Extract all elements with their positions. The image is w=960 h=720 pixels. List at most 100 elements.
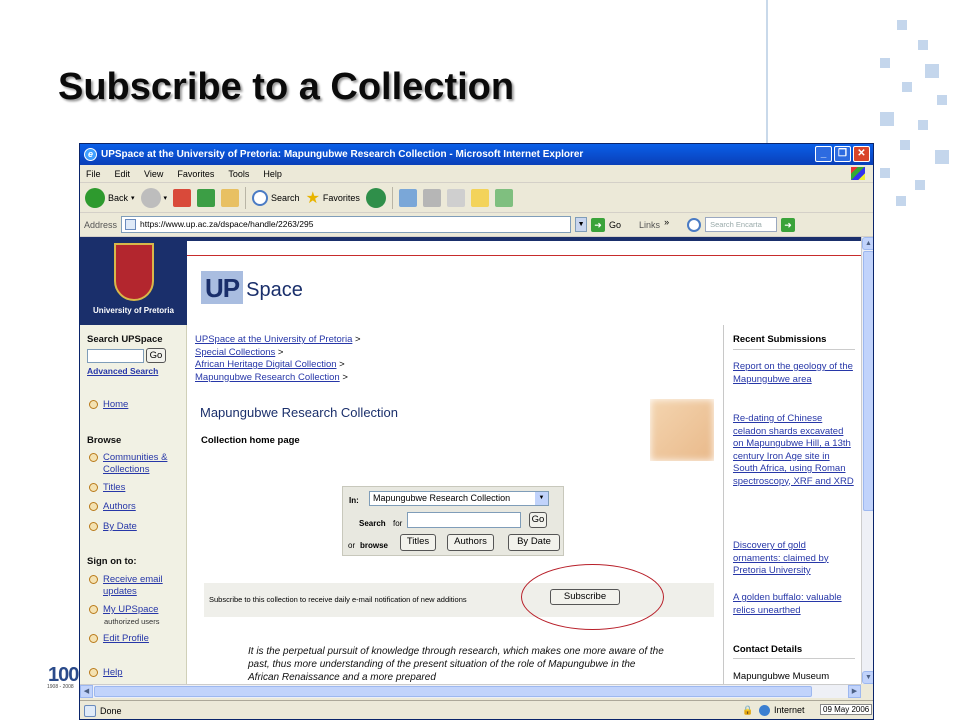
sidebar-item-label: Home: [103, 399, 129, 410]
menu-bar: File Edit View Favorites Tools Help: [80, 165, 873, 183]
decor-square: [937, 95, 947, 105]
minimize-icon[interactable]: _: [815, 146, 832, 162]
search-label: Search: [359, 519, 386, 528]
go-arrow-icon[interactable]: ➜: [591, 217, 606, 232]
scroll-down-icon[interactable]: ▼: [862, 671, 873, 684]
university-logo[interactable]: University of Pretoria: [80, 237, 187, 325]
breadcrumb-separator: >: [277, 346, 284, 358]
decor-square: [935, 150, 949, 164]
sidebar-item-communities[interactable]: Communities & Collections: [89, 452, 175, 476]
decor-square: [915, 180, 925, 190]
sidebar-item-label: By Date: [103, 521, 137, 532]
crest-icon: [113, 243, 154, 301]
page-viewport: University of Pretoria UP Space Search U…: [80, 237, 861, 684]
back-button[interactable]: Back ▾: [85, 187, 135, 208]
menu-view[interactable]: View: [144, 169, 163, 179]
breadcrumb-link[interactable]: Special Collections: [195, 347, 275, 358]
magnifier-icon: [687, 217, 702, 232]
menu-favorites[interactable]: Favorites: [177, 169, 214, 179]
breadcrumb-link[interactable]: Mapungubwe Research Collection: [195, 372, 340, 383]
decor-square: [918, 40, 928, 50]
go-button[interactable]: Go: [609, 220, 621, 230]
scroll-right-icon[interactable]: ▶: [848, 685, 861, 698]
upspace-logo[interactable]: UP Space: [201, 271, 303, 304]
scope-select[interactable]: Mapungubwe Research Collection ▼: [369, 491, 549, 506]
chevron-down-icon[interactable]: ▾: [164, 194, 168, 202]
sidebar-item-label: Communities & Collections: [103, 452, 168, 475]
menu-tools[interactable]: Tools: [228, 169, 249, 179]
sidebar-item-my-upspace[interactable]: My UPSpace: [89, 604, 158, 616]
breadcrumb-link[interactable]: UPSpace at the University of Pretoria: [195, 334, 352, 345]
horizontal-scrollbar[interactable]: ◀ ▶: [80, 684, 861, 698]
menu-help[interactable]: Help: [263, 169, 282, 179]
chevron-down-icon[interactable]: ▼: [575, 217, 588, 232]
decor-square: [896, 196, 906, 206]
links-chevron-icon[interactable]: »: [664, 217, 669, 227]
discuss-icon[interactable]: [470, 188, 489, 207]
globe-icon: [759, 705, 770, 716]
divider: [733, 658, 855, 659]
recent-submission-link[interactable]: Re-dating of Chinese celadon shards exca…: [733, 413, 855, 488]
scroll-thumb[interactable]: [863, 251, 873, 511]
menu-file[interactable]: File: [86, 169, 101, 179]
scroll-thumb[interactable]: [94, 686, 812, 697]
browse-titles-button[interactable]: Titles: [400, 534, 436, 551]
highlight-circle: [521, 564, 664, 630]
sidebar-item-receive-email[interactable]: Receive email updates: [89, 574, 177, 598]
sidebar-item-label: Edit Profile: [103, 633, 149, 644]
forward-button[interactable]: ▾: [140, 187, 168, 208]
history-icon[interactable]: [365, 187, 386, 208]
sidebar-item-label: Authors: [103, 501, 136, 512]
print-icon[interactable]: [422, 188, 441, 207]
site-header: UP Space: [187, 237, 861, 325]
close-icon[interactable]: ✕: [853, 146, 870, 162]
encarta-go-icon[interactable]: ➜: [781, 217, 796, 232]
sidebar-item-authors[interactable]: Authors: [89, 501, 136, 513]
home-icon[interactable]: [221, 188, 240, 207]
menu-edit[interactable]: Edit: [115, 169, 131, 179]
maximize-icon[interactable]: ❐: [834, 146, 851, 162]
sidebar-item-titles[interactable]: Titles: [89, 482, 125, 494]
page-subtitle: Collection home page: [201, 435, 300, 446]
back-label: Back: [108, 192, 129, 203]
collection-search-input[interactable]: [407, 512, 521, 528]
sidebar-item-help[interactable]: Help: [89, 667, 123, 679]
encarta-search-input[interactable]: Search Encarta: [705, 217, 778, 232]
address-label: Address: [84, 219, 118, 230]
links-label[interactable]: Links: [639, 220, 660, 230]
sidebar-search-input[interactable]: [87, 349, 144, 363]
forward-arrow-icon: [140, 187, 161, 208]
sidebar-go-button[interactable]: Go: [146, 348, 166, 363]
breadcrumb-separator: >: [342, 371, 348, 383]
browse-authors-button[interactable]: Authors: [447, 534, 494, 551]
advanced-search-link[interactable]: Advanced Search: [87, 366, 158, 376]
sidebar-item-home[interactable]: Home: [89, 399, 128, 411]
decor-square: [918, 120, 928, 130]
mail-icon[interactable]: [398, 188, 417, 207]
browse-by-date-button[interactable]: By Date: [508, 534, 560, 551]
recent-submission-link[interactable]: Report on the geology of the Mapungubwe …: [733, 361, 855, 386]
recent-submission-link[interactable]: A golden buffalo: valuable relics uneart…: [733, 592, 855, 617]
sidebar-item-edit-profile[interactable]: Edit Profile: [89, 633, 149, 645]
favorites-button[interactable]: ★ Favorites: [306, 188, 360, 208]
search-button[interactable]: Search: [252, 189, 300, 206]
chevron-down-icon[interactable]: ▾: [131, 194, 135, 202]
decor-square: [897, 20, 907, 30]
edit-icon[interactable]: [446, 188, 465, 207]
breadcrumb-link[interactable]: African Heritage Digital Collection: [195, 359, 337, 370]
window-titlebar[interactable]: e UPSpace at the University of Pretoria:…: [80, 144, 873, 165]
page-title: Mapungubwe Research Collection: [200, 405, 399, 420]
sidebar-item-by-date[interactable]: By Date: [89, 521, 137, 533]
url-field[interactable]: https://www.up.ac.za/dspace/handle/2263/…: [121, 216, 572, 233]
stop-icon[interactable]: [173, 188, 192, 207]
back-arrow-icon: [85, 187, 105, 208]
messenger-icon[interactable]: [494, 188, 513, 207]
vertical-scrollbar[interactable]: ▲ ▼: [861, 237, 873, 684]
right-sidebar: Recent Submissions Report on the geology…: [723, 325, 861, 684]
collection-go-button[interactable]: Go: [529, 512, 547, 528]
scroll-left-icon[interactable]: ◀: [80, 685, 93, 698]
zone-label: Internet: [774, 705, 805, 715]
scroll-up-icon[interactable]: ▲: [862, 237, 873, 250]
recent-submission-link[interactable]: Discovery of gold ornaments: claimed by …: [733, 540, 855, 578]
refresh-icon[interactable]: [197, 188, 216, 207]
